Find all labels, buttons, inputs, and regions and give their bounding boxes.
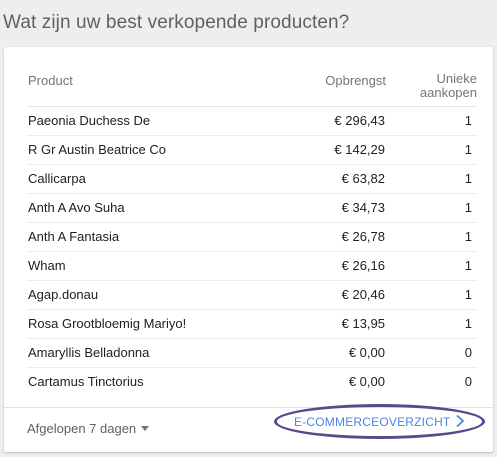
product-name: Agap.donau — [27, 280, 287, 310]
product-unique-purchases: 1 — [387, 193, 477, 223]
product-revenue: € 142,29 — [287, 135, 387, 165]
header-unique-purchases[interactable]: Unieke aankopen — [387, 64, 477, 107]
page-title: Wat zijn uw best verkopende producten? — [3, 12, 350, 33]
ecommerce-overview-label: E-COMMERCEOVERZICHT — [294, 415, 451, 429]
product-revenue: € 34,73 — [287, 193, 387, 223]
product-name: Anth A Avo Suha — [27, 193, 287, 223]
table-row: Agap.donau € 20,46 1 — [27, 280, 477, 310]
product-name: Anth A Fantasia — [27, 222, 287, 252]
table-row: Cartamus Tinctorius € 0,00 0 — [27, 367, 477, 396]
product-revenue: € 63,82 — [287, 164, 387, 194]
date-range-dropdown[interactable]: Afgelopen 7 dagen — [27, 421, 150, 436]
products-table: Product Opbrengst Unieke aankopen Paeoni… — [27, 64, 477, 396]
header-product[interactable]: Product — [27, 64, 287, 107]
header-revenue[interactable]: Opbrengst — [287, 64, 387, 107]
table-row: R Gr Austin Beatrice Co € 142,29 1 — [27, 135, 477, 165]
product-unique-purchases: 1 — [387, 164, 477, 194]
table-row: Rosa Grootbloemig Mariyo! € 13,95 1 — [27, 309, 477, 339]
product-unique-purchases: 0 — [387, 338, 477, 368]
table-row: Amaryllis Belladonna € 0,00 0 — [27, 338, 477, 368]
table-row: Callicarpa € 63,82 1 — [27, 164, 477, 194]
top-products-card: Product Opbrengst Unieke aankopen Paeoni… — [4, 47, 493, 452]
product-name: R Gr Austin Beatrice Co — [27, 135, 287, 165]
product-unique-purchases: 1 — [387, 280, 477, 310]
product-name: Wham — [27, 251, 287, 281]
product-unique-purchases: 1 — [387, 309, 477, 339]
product-name: Paeonia Duchess De — [27, 106, 287, 136]
table-row: Wham € 26,16 1 — [27, 251, 477, 281]
table-header-row: Product Opbrengst Unieke aankopen — [27, 64, 477, 107]
product-revenue: € 0,00 — [348, 374, 385, 390]
product-revenue: € 0,00 — [287, 338, 387, 368]
product-unique-purchases: 0 — [464, 374, 472, 390]
product-unique-purchases: 1 — [387, 222, 477, 252]
date-range-label: Afgelopen 7 dagen — [27, 421, 137, 436]
product-name: Rosa Grootbloemig Mariyo! — [27, 309, 287, 339]
product-unique-purchases: 1 — [387, 106, 477, 136]
product-unique-purchases: 1 — [387, 251, 477, 281]
product-unique-purchases: 1 — [387, 135, 477, 165]
table-row: Anth A Fantasia € 26,78 1 — [27, 222, 477, 252]
caret-down-icon — [141, 426, 150, 432]
card-footer: Afgelopen 7 dagen E-COMMERCEOVERZICHT — [4, 404, 493, 452]
header-unique-purchases-line2: aankopen — [419, 85, 477, 100]
header-unique-purchases-line1: Unieke — [436, 71, 477, 86]
table-row: Anth A Avo Suha € 34,73 1 — [27, 193, 477, 223]
product-revenue: € 26,78 — [287, 222, 387, 252]
product-name: Amaryllis Belladonna — [27, 338, 287, 368]
product-name: Callicarpa — [27, 164, 287, 194]
table-row: Paeonia Duchess De € 296,43 1 — [27, 106, 477, 136]
chevron-right-icon — [456, 414, 465, 428]
ecommerce-overview-link[interactable]: E-COMMERCEOVERZICHT — [274, 404, 485, 439]
product-revenue: € 296,43 — [287, 106, 387, 136]
product-revenue: € 20,46 — [287, 280, 387, 310]
product-name: Cartamus Tinctorius — [28, 374, 144, 390]
product-revenue: € 13,95 — [287, 309, 387, 339]
product-revenue: € 26,16 — [287, 251, 387, 281]
